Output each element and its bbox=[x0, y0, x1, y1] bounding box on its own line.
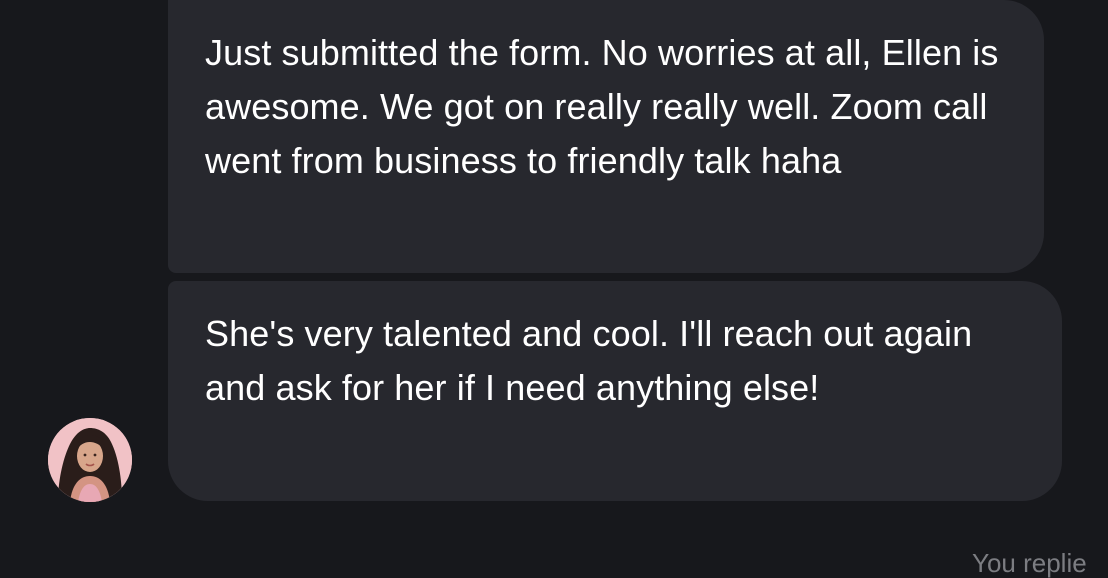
avatar[interactable] bbox=[48, 418, 132, 502]
message-text: Just submitted the form. No worries at a… bbox=[205, 32, 999, 181]
message-bubble[interactable]: She's very talented and cool. I'll reach… bbox=[168, 281, 1062, 501]
message-text: She's very talented and cool. I'll reach… bbox=[205, 313, 973, 408]
user-avatar-photo-icon bbox=[48, 418, 132, 502]
reply-status-text: You replie bbox=[972, 548, 1087, 578]
message-bubble[interactable]: Just submitted the form. No worries at a… bbox=[168, 0, 1044, 273]
